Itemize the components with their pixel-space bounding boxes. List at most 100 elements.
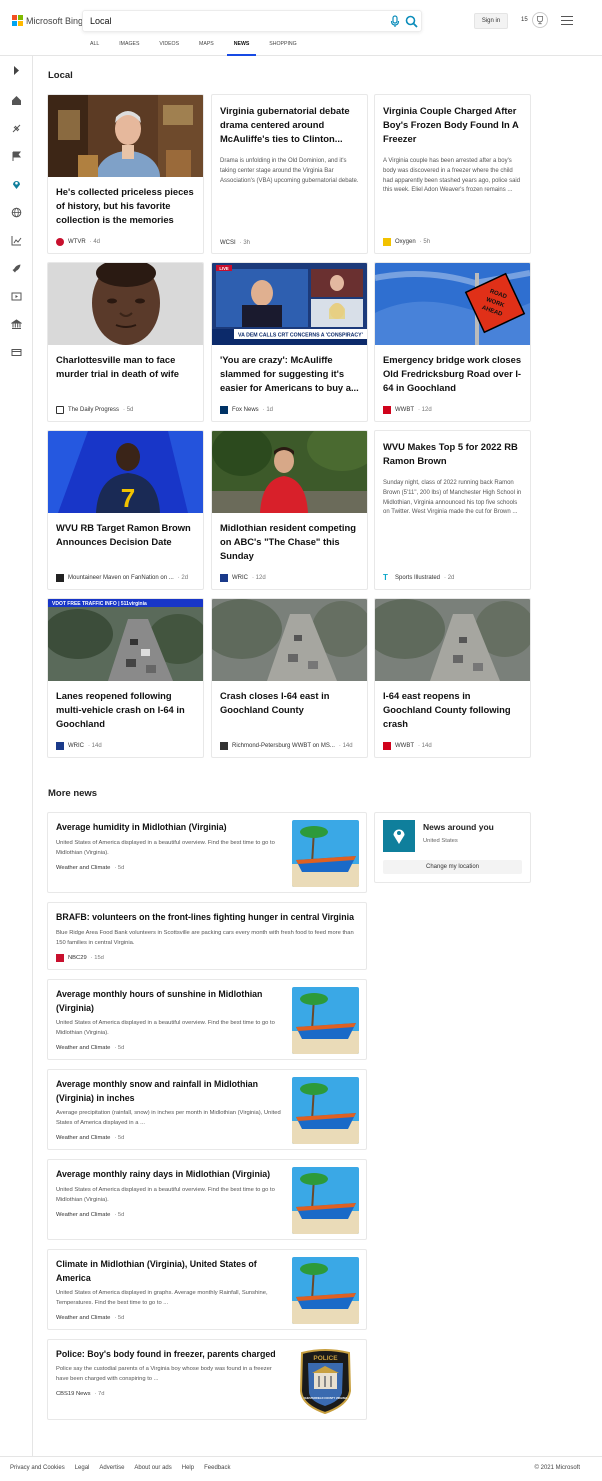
bing-logo[interactable]: Microsoft Bing (12, 15, 83, 26)
change-location-button[interactable]: Change my location (383, 860, 522, 874)
card-source: Fox News · 1d (220, 406, 361, 414)
news-card[interactable]: Virginia Couple Charged After Boy's Froz… (374, 94, 531, 254)
more-news-item[interactable]: Climate in Midlothian (Virginia), United… (47, 1249, 367, 1330)
tab-shopping[interactable]: SHOPPING (259, 41, 306, 56)
rail-politics[interactable] (8, 316, 24, 332)
news-snippet: United States of America displayed in a … (56, 840, 275, 856)
news-around-you-title: News around you (423, 822, 494, 832)
news-card[interactable]: Charlottesville man to face murder trial… (47, 262, 204, 422)
rail-sci-tech[interactable] (8, 260, 24, 276)
news-card[interactable]: Crash closes I-64 east in Goochland Coun… (211, 598, 368, 758)
tab-maps[interactable]: MAPS (189, 41, 224, 56)
news-card[interactable]: 7 WVU RB Target Ramon Brown Announces De… (47, 430, 204, 590)
traffic-cam-photo (375, 599, 530, 681)
rail-local[interactable] (8, 176, 24, 192)
microphone-icon[interactable] (389, 15, 401, 28)
card-title[interactable]: Midlothian resident competing on ABC's "… (220, 521, 359, 563)
news-title[interactable]: Average humidity in Midlothian (Virginia… (56, 821, 281, 835)
expand-rail-button[interactable] (8, 62, 24, 78)
source-name: WWBT (395, 407, 414, 413)
badge-bottom-text: CHESTERFIELD COUNTY VIRGINIA (304, 1396, 348, 1400)
footer-link-about-ads[interactable]: About our ads (134, 1465, 171, 1471)
news-card[interactable]: He's collected priceless pieces of histo… (47, 94, 204, 254)
news-title[interactable]: Police: Boy's body found in freezer, par… (56, 1348, 281, 1362)
sports-icon (12, 124, 20, 132)
tab-news[interactable]: NEWS (224, 41, 260, 56)
card-title[interactable]: He's collected priceless pieces of histo… (56, 185, 195, 227)
card-title[interactable]: Lanes reopened following multi-vehicle c… (56, 689, 195, 731)
news-card[interactable]: I-64 east reopens in Goochland County fo… (374, 598, 531, 758)
card-title[interactable]: Virginia Couple Charged After Boy's Froz… (383, 104, 522, 146)
more-news-item[interactable]: BRAFB: volunteers on the front-lines fig… (47, 902, 367, 970)
footer-link-legal[interactable]: Legal (75, 1465, 90, 1471)
card-title[interactable]: I-64 east reopens in Goochland County fo… (383, 689, 522, 731)
rail-sports[interactable] (8, 120, 24, 136)
collection-photo (48, 95, 203, 177)
more-news-item[interactable]: Average humidity in Midlothian (Virginia… (47, 812, 367, 893)
news-source: Weather and Climate · 5d (56, 1315, 125, 1321)
footer-link-feedback[interactable]: Feedback (204, 1465, 230, 1471)
card-title[interactable]: Virginia gubernatorial debate drama cent… (220, 104, 359, 146)
rocket-icon (12, 264, 20, 272)
search-tabs: ALL IMAGES VIDEOS MAPS NEWS SHOPPING (80, 41, 307, 56)
card-title[interactable]: Charlottesville man to face murder trial… (56, 353, 195, 381)
oxygen-logo-icon (383, 238, 391, 246)
card-title[interactable]: Crash closes I-64 east in Goochland Coun… (220, 689, 359, 717)
footer-link-help[interactable]: Help (182, 1465, 194, 1471)
card-title[interactable]: 'You are crazy': McAuliffe slammed for s… (220, 353, 359, 395)
card-title[interactable]: WVU Makes Top 5 for 2022 RB Ramon Brown (383, 440, 522, 468)
rail-home[interactable] (8, 92, 24, 108)
source-name: Oxygen (395, 239, 416, 245)
rewards-count[interactable]: 15 (521, 17, 528, 23)
location-pin-tile (383, 820, 415, 852)
more-news-item[interactable]: Average monthly snow and rainfall in Mid… (47, 1069, 367, 1150)
news-snippet: United States of America displayed in gr… (56, 1290, 268, 1306)
sign-in-button[interactable]: Sign in (474, 13, 508, 29)
rail-world[interactable] (8, 204, 24, 220)
header: Microsoft Bing Local Sign in 15 ALL IMAG… (0, 0, 602, 56)
card-image (212, 599, 367, 681)
news-card[interactable]: ROAD WORK AHEAD Emergency bridge work cl… (374, 262, 531, 422)
news-title[interactable]: Climate in Midlothian (Virginia), United… (56, 1258, 281, 1285)
location-pin-icon (12, 180, 20, 189)
card-title[interactable]: WVU RB Target Ramon Brown Announces Deci… (56, 521, 195, 549)
rewards-trophy-icon[interactable] (532, 12, 548, 28)
footer-link-privacy[interactable]: Privacy and Cookies (10, 1465, 65, 1471)
police-badge-image: POLICE CHESTERFIELD COUNTY VIRGINIA (299, 1349, 352, 1414)
news-card[interactable]: VDOT FREE TRAFFIC INFO | 511virginia Lan… (47, 598, 204, 758)
more-news-item[interactable]: Average monthly rainy days in Midlothian… (47, 1159, 367, 1240)
rail-entertainment[interactable] (8, 288, 24, 304)
news-card[interactable]: WVU Makes Top 5 for 2022 RB Ramon Brown … (374, 430, 531, 590)
card-source: WTVR · 4d (56, 238, 197, 246)
rail-flag[interactable] (8, 148, 24, 164)
tab-all[interactable]: ALL (80, 41, 109, 56)
news-card[interactable]: Virginia gubernatorial debate drama cent… (211, 94, 368, 254)
news-snippet: United States of America displayed in a … (56, 1020, 275, 1036)
search-input[interactable]: Local (90, 16, 112, 26)
card-source: Oxygen · 5h (383, 238, 524, 246)
news-snippet: Blue Ridge Area Food Bank volunteers in … (56, 930, 354, 946)
footer-link-advertise[interactable]: Advertise (99, 1465, 124, 1471)
tab-videos[interactable]: VIDEOS (149, 41, 189, 56)
more-news-item[interactable]: Average monthly hours of sunshine in Mid… (47, 979, 367, 1060)
more-news-item[interactable]: Police: Boy's body found in freezer, par… (47, 1339, 367, 1420)
hamburger-menu-icon[interactable] (561, 16, 573, 25)
news-card[interactable]: Midlothian resident competing on ABC's "… (211, 430, 368, 590)
footer: Privacy and Cookies Legal Advertise Abou… (0, 1456, 602, 1481)
search-box[interactable]: Local (82, 10, 422, 32)
wwbt-logo-icon (383, 406, 391, 414)
search-icon[interactable] (405, 15, 418, 28)
microsoft-logo-icon (12, 15, 23, 26)
rail-money[interactable] (8, 232, 24, 248)
rail-more[interactable] (8, 344, 24, 360)
card-icon (11, 348, 21, 356)
news-title[interactable]: Average monthly rainy days in Midlothian… (56, 1168, 281, 1182)
news-title[interactable]: BRAFB: volunteers on the front-lines fig… (56, 911, 360, 925)
card-age: · 2d (177, 575, 189, 581)
road-work-photo: ROAD WORK AHEAD (375, 263, 530, 345)
tab-images[interactable]: IMAGES (109, 41, 149, 56)
news-title[interactable]: Average monthly snow and rainfall in Mid… (56, 1078, 281, 1105)
card-title[interactable]: Emergency bridge work closes Old Fredric… (383, 353, 522, 395)
news-card[interactable]: LIVE VA DEM CALLS CRT CONCERNS A 'CONSPI… (211, 262, 368, 422)
news-title[interactable]: Average monthly hours of sunshine in Mid… (56, 988, 281, 1015)
